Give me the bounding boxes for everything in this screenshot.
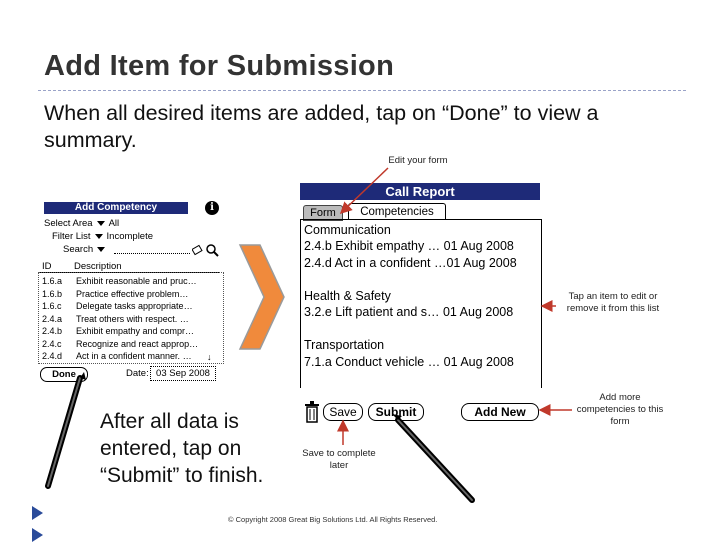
list-item[interactable]: 2.4.d Act in a confident …01 Aug 2008 (304, 255, 517, 271)
save-button[interactable]: Save (323, 403, 363, 421)
table-row[interactable]: 2.4.c Recognize and react approp… (40, 339, 220, 350)
row-description: Treat others with respect. … (76, 313, 189, 324)
row-description: Act in a confident manner. … (76, 351, 192, 361)
submit-button[interactable]: Submit (368, 403, 424, 421)
next-step-chevron-icon (238, 244, 285, 350)
info-icon[interactable]: i (205, 201, 219, 215)
bullet-arrow-icon (32, 506, 43, 520)
row-description: Exhibit reasonable and pruc… (76, 276, 197, 286)
list-item[interactable]: 2.4.b Exhibit empathy … 01 Aug 2008 (304, 238, 514, 254)
row-description: Practice effective problem… (76, 288, 189, 299)
row-id: 2.4.a (42, 313, 63, 324)
save-later-annotation: Save to complete later (302, 448, 376, 471)
date-label: Date: (126, 368, 149, 379)
row-id: 1.6.c (42, 301, 62, 311)
dropdown-triangle-icon (94, 233, 103, 239)
list-item[interactable]: 3.2.e Lift patient and s… 01 Aug 2008 (304, 304, 513, 320)
add-new-button[interactable]: Add New (461, 403, 539, 421)
title-divider (38, 90, 686, 91)
row-id: 1.6.a (42, 276, 63, 286)
group-heading: Communication (304, 223, 391, 237)
stylus-icon (392, 414, 475, 503)
filter-list-row[interactable]: Filter List Incomplete (52, 231, 153, 242)
table-row[interactable]: 1.6.a Exhibit reasonable and pruc… (40, 276, 220, 287)
stylus-icon (45, 372, 86, 489)
add-competency-title: Add Competency (44, 202, 188, 214)
row-id: 2.4.b (42, 326, 63, 336)
search-label: Search (63, 244, 94, 255)
search-row: Search (63, 244, 109, 255)
row-id: 2.4.c (42, 338, 62, 349)
group-heading: Health & Safety (304, 289, 391, 303)
trash-icon[interactable] (304, 401, 320, 423)
filter-list-value: Incomplete (106, 231, 154, 242)
row-description: Exhibit empathy and compr… (76, 326, 195, 336)
call-report-title: Call Report (300, 183, 540, 200)
dropdown-triangle-icon (97, 246, 106, 252)
table-row[interactable]: 2.4.b Exhibit empathy and compr… (40, 326, 220, 337)
group-heading: Transportation (304, 338, 385, 352)
edit-form-annotation: Edit your form (388, 155, 448, 166)
table-row[interactable]: 1.6.c Delegate tasks appropriate… (40, 301, 220, 312)
row-id: 1.6.b (42, 288, 63, 299)
select-area-row[interactable]: Select Area All (44, 218, 119, 229)
column-id-header: ID (42, 261, 52, 272)
select-area-value: All (108, 218, 120, 229)
search-input[interactable] (114, 253, 190, 254)
row-description: Delegate tasks appropriate… (76, 301, 193, 311)
row-description: Recognize and react approp… (76, 338, 199, 349)
scroll-down-arrow-icon[interactable]: ↓ (207, 352, 212, 362)
dropdown-triangle-icon (96, 220, 105, 226)
done-button[interactable]: Done (40, 367, 88, 382)
list-item[interactable]: 7.1.a Conduct vehicle … 01 Aug 2008 (304, 354, 514, 370)
date-field[interactable]: 03 Sep 2008 (150, 366, 216, 381)
table-row[interactable]: 2.4.a Treat others with respect. … (40, 314, 220, 325)
table-row[interactable]: 1.6.b Practice effective problem… (40, 289, 220, 300)
row-id: 2.4.d (42, 351, 63, 361)
competency-grid: 1.6.a Exhibit reasonable and pruc… 1.6.b Pr… (40, 272, 220, 362)
table-row[interactable]: 2.4.d Act in a confident manner. … (40, 351, 220, 362)
search-icon[interactable] (192, 243, 220, 257)
slide-title: Add Item for Submission (44, 50, 395, 82)
column-description-header: Description (74, 261, 122, 272)
select-area-label: Select Area (44, 218, 93, 229)
copyright-text: © Copyright 2008 Great Big Solutions Ltd… (228, 515, 438, 524)
filter-list-label: Filter List (52, 231, 91, 242)
add-more-annotation: Add more competencies to this form (576, 392, 664, 427)
tab-competencies[interactable]: Competencies (348, 203, 446, 220)
intro-text: When all desired items are added, tap on… (44, 101, 599, 152)
submit-instructions: After all data is entered, tap on “Submi… (100, 410, 264, 487)
tap-item-annotation: Tap an item to edit or remove it from th… (566, 291, 660, 314)
